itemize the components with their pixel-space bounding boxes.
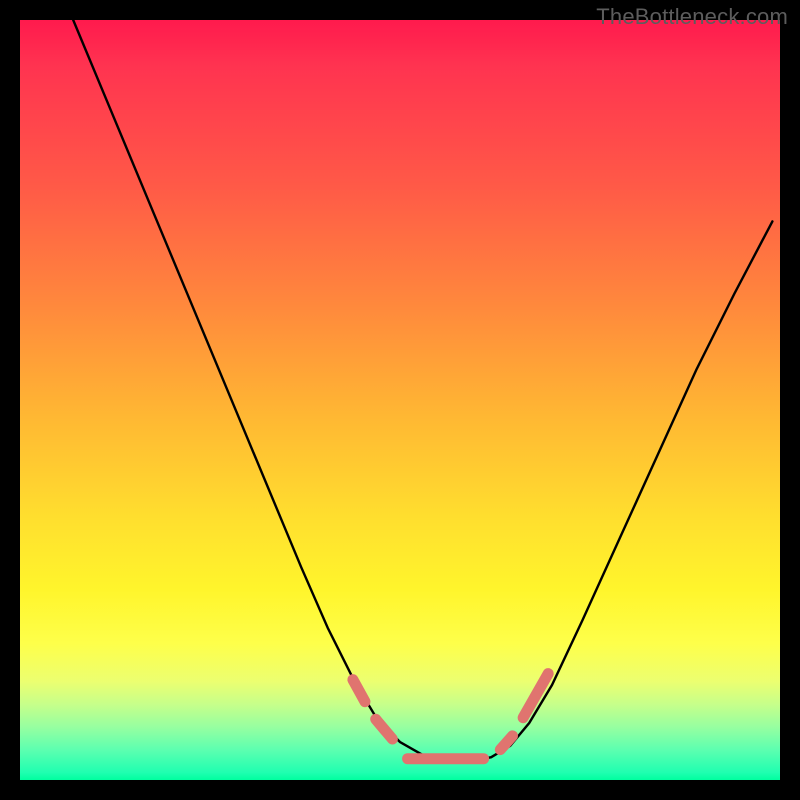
chart-frame: TheBottleneck.com bbox=[0, 0, 800, 800]
marker-group bbox=[353, 674, 548, 759]
chart-svg bbox=[20, 20, 780, 780]
plot-area bbox=[20, 20, 780, 780]
bottleneck-curve bbox=[73, 20, 772, 761]
left-dash-lower bbox=[376, 719, 393, 739]
left-dash-upper bbox=[353, 680, 365, 702]
right-dash-lower bbox=[500, 736, 512, 750]
watermark-text: TheBottleneck.com bbox=[596, 4, 788, 30]
